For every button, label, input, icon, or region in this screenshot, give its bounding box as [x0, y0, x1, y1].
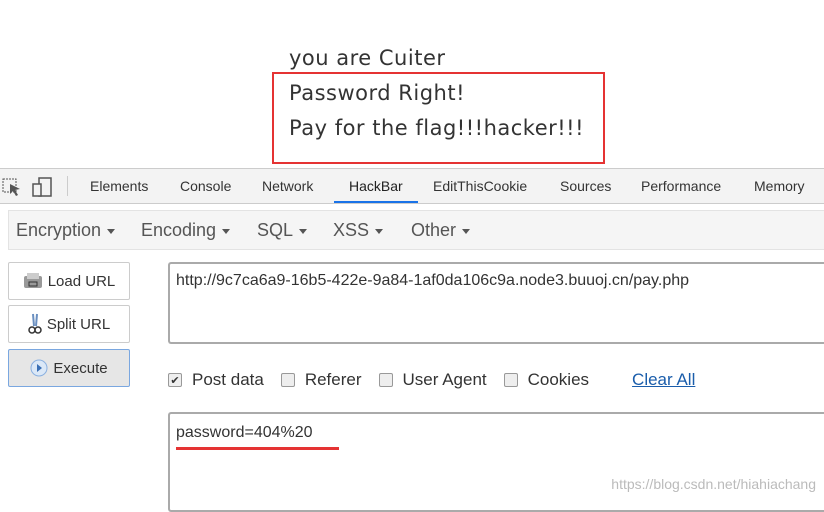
post-data-input[interactable]: password=404%20 — [168, 412, 824, 512]
referer-label[interactable]: Referer — [305, 370, 362, 390]
play-icon — [30, 359, 48, 377]
divider — [67, 176, 68, 196]
hackbar-menubar: Encryption Encoding SQL XSS Other — [8, 210, 824, 250]
tab-performance[interactable]: Performance — [641, 169, 721, 203]
caret-down-icon — [107, 228, 116, 234]
load-icon — [23, 273, 42, 288]
caret-down-icon — [222, 228, 231, 234]
menu-label: XSS — [333, 220, 370, 240]
cookies-label[interactable]: Cookies — [528, 370, 589, 390]
tab-elements[interactable]: Elements — [90, 169, 148, 203]
caret-down-icon — [299, 228, 308, 234]
tab-editthiscookie[interactable]: EditThisCookie — [433, 169, 527, 203]
tab-sources[interactable]: Sources — [560, 169, 611, 203]
tab-network[interactable]: Network — [262, 169, 313, 203]
user-agent-checkbox[interactable] — [378, 373, 393, 387]
menu-label: Other — [411, 220, 457, 240]
caret-down-icon — [462, 228, 471, 234]
load-url-button[interactable]: Load URL — [8, 262, 130, 300]
menu-encoding[interactable]: Encoding — [141, 211, 231, 249]
menu-label: Encryption — [16, 220, 102, 240]
user-agent-label[interactable]: User Agent — [403, 370, 487, 390]
caret-down-icon — [375, 228, 384, 234]
highlight-box — [272, 72, 605, 164]
clear-all-link[interactable]: Clear All — [632, 370, 695, 390]
button-label: Execute — [53, 359, 108, 377]
tab-hackbar[interactable]: HackBar — [334, 169, 418, 203]
menu-sql[interactable]: SQL — [257, 211, 308, 249]
cookies-checkbox[interactable] — [503, 373, 518, 387]
tab-console[interactable]: Console — [180, 169, 231, 203]
highlight-underline — [176, 447, 339, 450]
menu-encryption[interactable]: Encryption — [16, 211, 116, 249]
post-data-label[interactable]: Post data — [192, 370, 264, 390]
menu-other[interactable]: Other — [411, 211, 471, 249]
execute-button[interactable]: Execute — [8, 349, 130, 387]
url-input[interactable]: http://9c7ca6a9-16b5-422e-9a84-1af0da106… — [168, 262, 824, 344]
watermark: https://blog.csdn.net/hiahiachang — [611, 476, 816, 492]
button-label: Load URL — [47, 272, 116, 290]
options-row: ✔ Post data Referer User Agent Cookies Cl… — [168, 370, 695, 390]
scissors-icon — [28, 313, 42, 334]
button-label: Split URL — [46, 315, 111, 333]
post-data-checkbox[interactable]: ✔ — [168, 373, 182, 387]
referer-checkbox[interactable] — [280, 373, 295, 387]
menu-xss[interactable]: XSS — [333, 211, 384, 249]
menu-label: SQL — [257, 220, 294, 240]
device-toolbar-icon[interactable] — [32, 177, 54, 197]
inspect-element-icon[interactable] — [2, 178, 22, 196]
devtools-tabbar: Elements Console Network HackBar EditThi… — [0, 168, 824, 204]
menu-label: Encoding — [141, 220, 217, 240]
tab-memory[interactable]: Memory — [754, 169, 805, 203]
split-url-button[interactable]: Split URL — [8, 305, 130, 343]
